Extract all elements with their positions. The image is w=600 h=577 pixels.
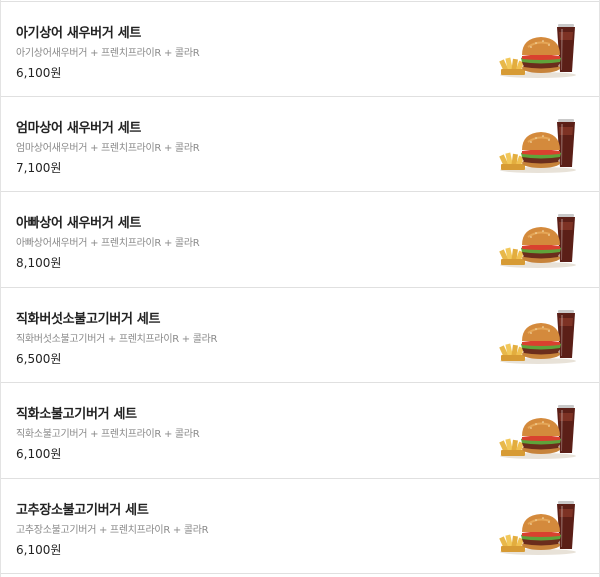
menu-item-name: 엄마상어 새우버거 세트	[16, 121, 142, 136]
menu-item-description: 아기상어새우버거 + 프렌치프라이R + 콜라R	[16, 48, 200, 59]
menu-item-description: 직화소불고기버거 + 프렌치프라이R + 콜라R	[16, 429, 200, 440]
menu-item-description: 아빠상어새우버거 + 프렌치프라이R + 콜라R	[16, 238, 200, 249]
menu-item-mom-shark-shrimp-burger-set[interactable]: 엄마상어 새우버거 세트 엄마상어새우버거 + 프렌치프라이R + 콜라R 7,…	[1, 96, 599, 191]
menu-list: 아기상어 새우버거 세트 아기상어새우버거 + 프렌치프라이R + 콜라R 6,…	[0, 0, 600, 577]
menu-item-name: 직화버섯소불고기버거 세트	[16, 312, 161, 327]
burger-set-image	[498, 497, 582, 557]
menu-item-price: 6,100원	[16, 543, 62, 557]
burger-set-image	[498, 20, 582, 80]
burger-set-image	[498, 210, 582, 270]
menu-item-price: 6,100원	[16, 66, 62, 80]
burger-set-image	[498, 115, 582, 175]
menu-item-name: 아기상어 새우버거 세트	[16, 26, 142, 41]
menu-item-next-partial	[1, 573, 599, 577]
menu-item-name: 직화소불고기버거 세트	[16, 407, 137, 422]
burger-set-image	[498, 401, 582, 461]
menu-item-price: 7,100원	[16, 161, 62, 175]
menu-item-price: 8,100원	[16, 256, 62, 270]
burger-set-image	[498, 306, 582, 366]
menu-item-price: 6,100원	[16, 447, 62, 461]
menu-item-description: 직화버섯소불고기버거 + 프렌치프라이R + 콜라R	[16, 334, 218, 345]
menu-item-price: 6,500원	[16, 352, 62, 366]
menu-item-gochujang-bulgogi-burger-set[interactable]: 고추장소불고기버거 세트 고추장소불고기버거 + 프렌치프라이R + 콜라R 6…	[1, 478, 599, 573]
menu-item-name: 고추장소불고기버거 세트	[16, 503, 149, 518]
menu-item-dad-shark-shrimp-burger-set[interactable]: 아빠상어 새우버거 세트 아빠상어새우버거 + 프렌치프라이R + 콜라R 8,…	[1, 191, 599, 286]
menu-item-flame-mushroom-bulgogi-burger-set[interactable]: 직화버섯소불고기버거 세트 직화버섯소불고기버거 + 프렌치프라이R + 콜라R…	[1, 287, 599, 382]
menu-item-description: 엄마상어새우버거 + 프렌치프라이R + 콜라R	[16, 143, 200, 154]
menu-item-description: 고추장소불고기버거 + 프렌치프라이R + 콜라R	[16, 525, 209, 536]
menu-item-flame-bulgogi-burger-set[interactable]: 직화소불고기버거 세트 직화소불고기버거 + 프렌치프라이R + 콜라R 6,1…	[1, 382, 599, 477]
menu-item-name: 아빠상어 새우버거 세트	[16, 216, 142, 231]
menu-item-baby-shark-shrimp-burger-set[interactable]: 아기상어 새우버거 세트 아기상어새우버거 + 프렌치프라이R + 콜라R 6,…	[1, 1, 599, 96]
